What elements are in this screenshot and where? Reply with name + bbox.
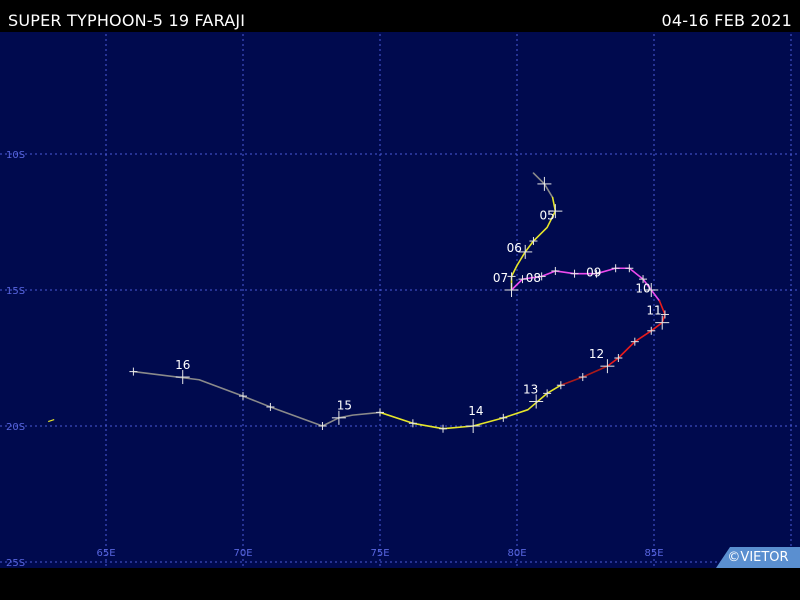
day-label: 05	[539, 208, 554, 222]
lon-tick-label: 85E	[644, 548, 663, 559]
lon-tick-label: 80E	[507, 548, 526, 559]
storm-track-map: 65E70E75E80E85E90E10S15S20S25S 050607080…	[0, 32, 800, 569]
storm-title: SUPER TYPHOON-5 19 FARAJI	[8, 11, 246, 30]
day-label: 11	[646, 303, 661, 317]
day-label: 13	[523, 382, 538, 396]
lon-tick-label: 70E	[233, 548, 252, 559]
day-label: 14	[468, 404, 483, 418]
day-label: 16	[175, 358, 190, 372]
lat-tick-label: 10S	[6, 150, 25, 161]
lat-tick-label: 20S	[6, 422, 25, 433]
day-label: 09	[586, 265, 601, 279]
day-label: 12	[589, 347, 604, 361]
title-bar: SUPER TYPHOON-5 19 FARAJI 04-16 FEB 2021	[0, 0, 800, 32]
lon-tick-label: 65E	[96, 548, 115, 559]
credit-badge: ©VIETOR	[716, 547, 800, 568]
day-label: 08	[526, 271, 541, 285]
lat-tick-label: 15S	[6, 286, 25, 297]
day-label: 15	[337, 399, 352, 413]
date-range: 04-16 FEB 2021	[661, 11, 792, 30]
bottom-bar	[0, 568, 800, 600]
lon-tick-label: 75E	[370, 548, 389, 559]
day-label: 06	[507, 241, 522, 255]
day-label: 10	[635, 282, 650, 296]
ocean-background	[0, 32, 800, 568]
day-label: 07	[493, 271, 508, 285]
